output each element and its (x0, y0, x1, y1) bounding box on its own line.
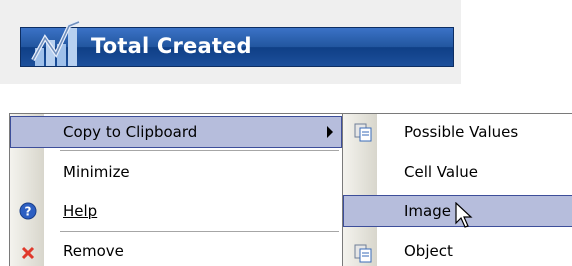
submenu-item-possible-values[interactable]: Possible Values (344, 117, 572, 147)
submenu-item-label: Object (404, 242, 453, 260)
submenu-item-object[interactable]: Object (344, 236, 572, 266)
submenu-item-image[interactable]: Image (343, 195, 572, 228)
copy-icon (354, 123, 372, 142)
chart-title: Total Created (91, 34, 252, 58)
menu-item-help[interactable]: ? Help (11, 196, 341, 226)
menu-item-copy-to-clipboard[interactable]: Copy to Clipboard (10, 116, 342, 148)
submenu-item-label: Possible Values (404, 123, 519, 141)
submenu-item-label: Image (404, 202, 451, 220)
menu-item-label: Copy to Clipboard (63, 123, 198, 141)
menu-item-label: Minimize (63, 163, 130, 181)
remove-icon (21, 246, 35, 260)
menu-separator (60, 150, 339, 151)
chart-title-bar[interactable]: Total Created (20, 20, 454, 67)
menu-item-minimize[interactable]: Minimize (11, 157, 341, 187)
help-icon: ? (19, 202, 37, 220)
menu-item-label: Remove (63, 242, 124, 260)
svg-text:?: ? (25, 205, 32, 219)
menu-item-remove[interactable]: Remove (11, 236, 341, 266)
submenu-item-label: Cell Value (404, 163, 478, 181)
header-panel: Total Created (0, 0, 461, 84)
line-chart-icon (31, 20, 80, 66)
context-menu: Copy to Clipboard Minimize ? Help Remove (9, 113, 344, 266)
submenu-arrow-icon (327, 126, 333, 138)
menu-item-label: Help (63, 202, 98, 220)
copy-icon (354, 244, 372, 263)
menu-separator (60, 231, 339, 232)
mouse-cursor-icon (455, 202, 473, 228)
copy-submenu: Possible Values Cell Value Image Object (342, 113, 572, 266)
submenu-item-cell-value[interactable]: Cell Value (344, 157, 572, 187)
